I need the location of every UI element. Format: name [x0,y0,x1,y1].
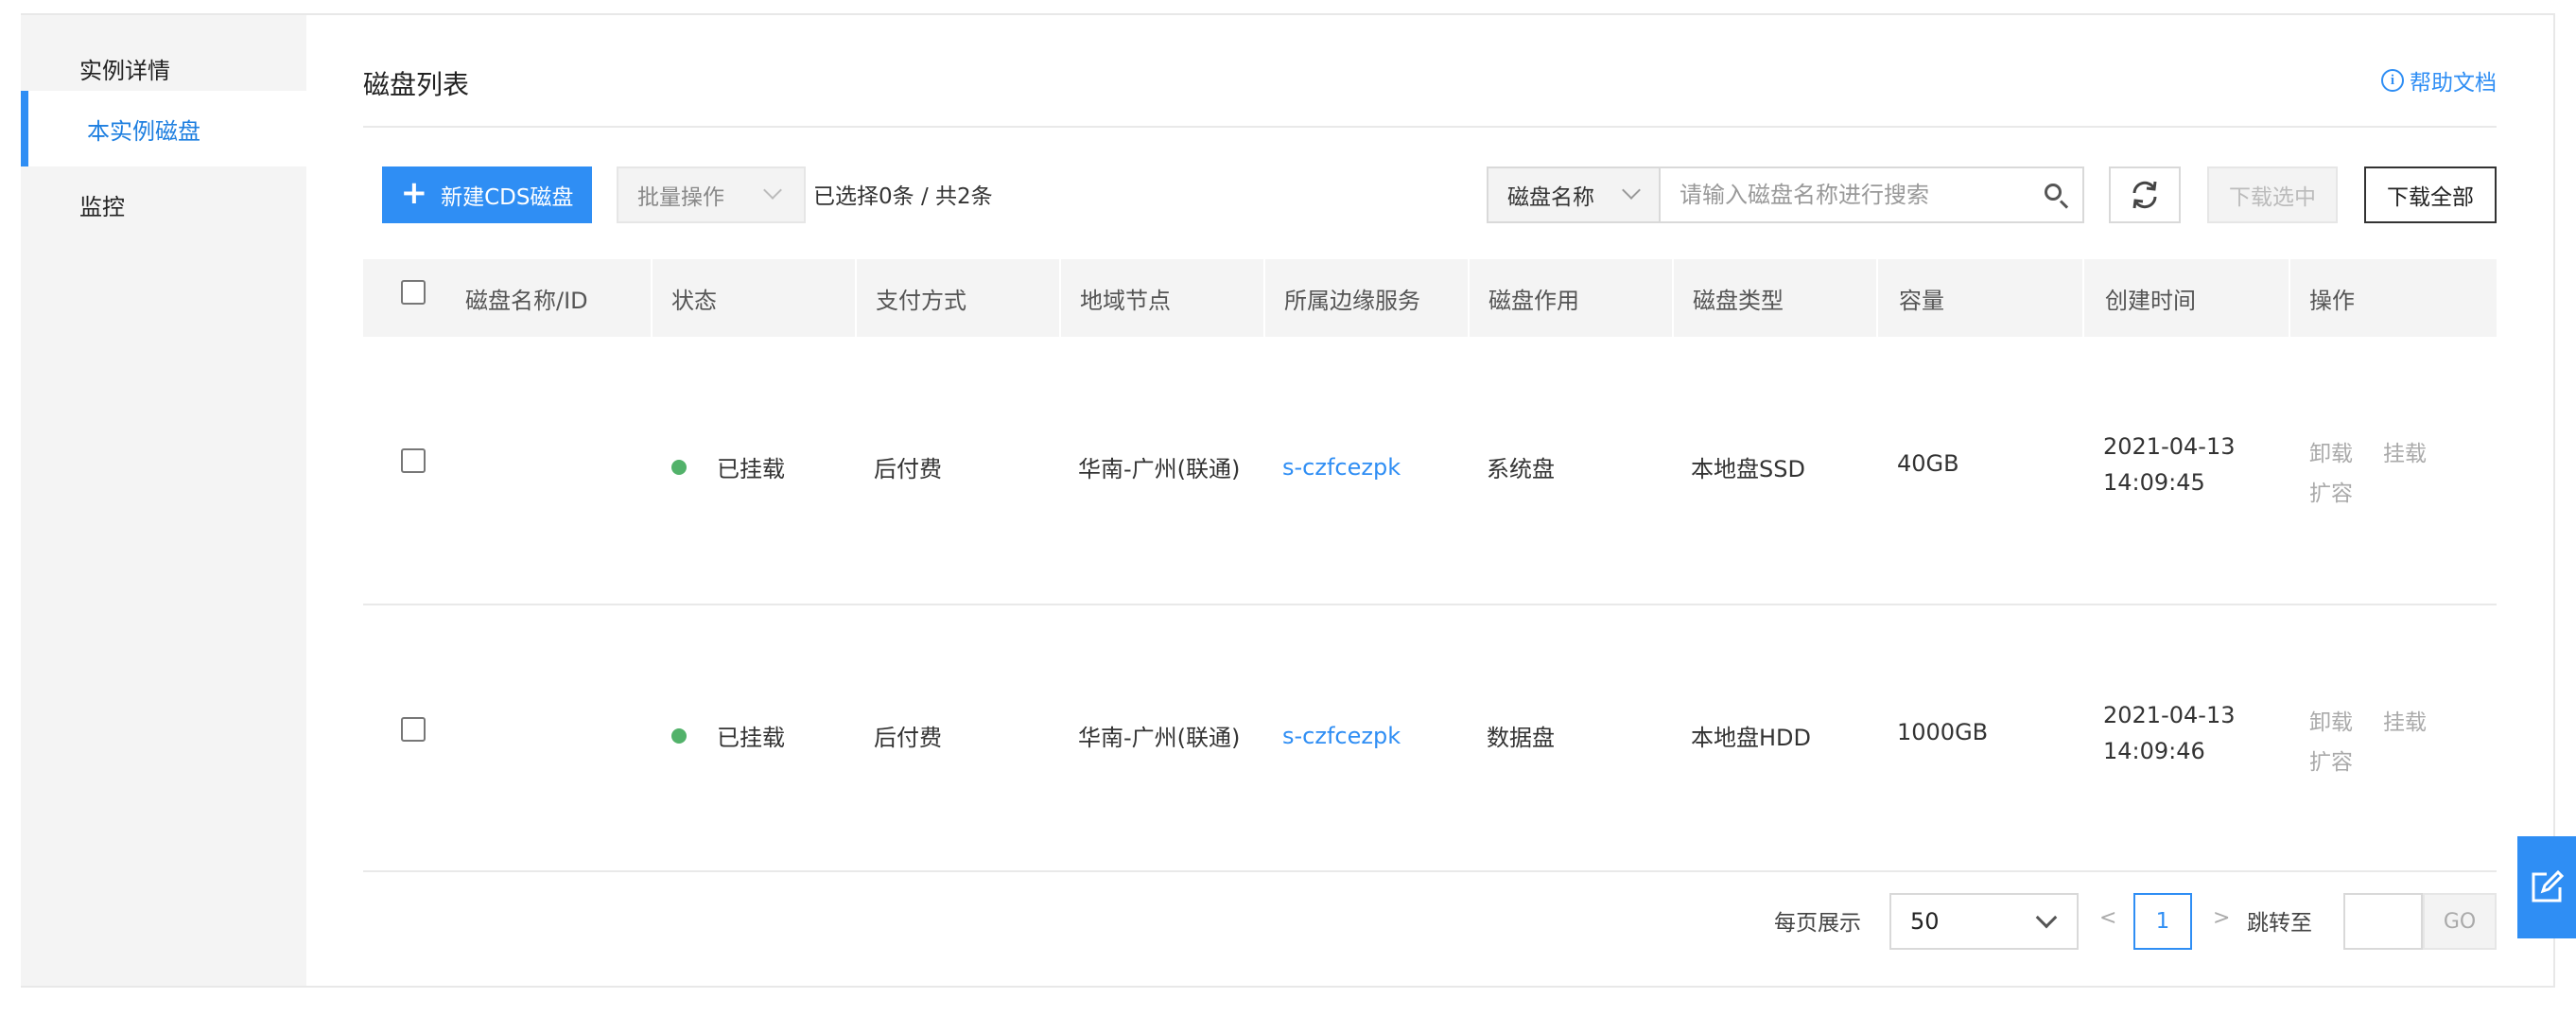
search-field-select[interactable]: 磁盘名称 [1488,168,1661,221]
sidebar-item-label: 监控 [79,193,125,220]
unmount-action[interactable]: 卸载 [2309,435,2353,467]
column-header: 磁盘作用 [1488,287,1579,314]
column-header: 磁盘名称/ID [465,287,588,314]
jump-page-input[interactable] [2343,893,2423,950]
created-time: 14:09:46 [2103,738,2205,764]
region-node: 华南-广州(联通) [1078,725,1241,751]
unmount-action[interactable]: 卸载 [2309,704,2353,736]
per-page-label: 每页展示 [1774,911,1861,936]
refresh-button[interactable] [2109,166,2181,223]
column-header: 创建时间 [2105,287,2196,314]
row-checkbox[interactable] [401,448,426,473]
sidebar-item-monitoring[interactable]: 监控 [21,166,306,242]
batch-operations-select[interactable]: 批量操作 [617,166,806,223]
column-header: 操作 [2309,287,2355,314]
sidebar-item-instance-disks[interactable]: 本实例磁盘 [21,91,306,166]
created-date: 2021-04-13 [2103,702,2236,728]
new-cds-disk-button[interactable]: + 新建CDS磁盘 [382,166,592,223]
plus-icon: + [400,174,428,212]
payment-method: 后付费 [874,456,942,482]
page-number-button[interactable]: 1 [2133,893,2192,950]
refresh-icon [2132,181,2157,209]
payment-method: 后付费 [874,725,942,751]
disk-role: 系统盘 [1487,456,1555,482]
jump-to-label: 跳转至 [2247,911,2312,936]
edge-service-link[interactable]: s-czfcezpk [1282,454,1401,481]
table-row: 已挂载 后付费 华南-广州(联通) s-czfcezpk 系统盘 本地盘SSD … [363,337,2497,605]
feedback-button[interactable] [2517,836,2576,938]
table-header: 磁盘名称/ID 状态 支付方式 地域节点 所属边缘服务 磁盘作用 磁盘类型 容量… [363,259,2497,337]
go-button[interactable]: GO [2423,893,2497,950]
expand-action[interactable]: 扩容 [2309,475,2353,507]
search-box: 磁盘名称 [1487,166,2084,223]
per-page-value: 50 [1910,908,1940,935]
per-page-select[interactable]: 50 [1889,893,2079,950]
disk-capacity: 1000GB [1897,719,1989,745]
help-docs-link[interactable]: i 帮助文档 [2381,64,2497,96]
next-page-button[interactable]: > [2213,906,2230,930]
download-all-button[interactable]: 下载全部 [2364,166,2497,223]
sidebar-item-label: 实例详情 [79,57,170,84]
chevron-down-icon [763,181,782,200]
region-node: 华南-广州(联通) [1078,456,1241,482]
column-header: 磁盘类型 [1693,287,1784,314]
prev-page-button[interactable]: < [2099,906,2116,930]
disk-type: 本地盘SSD [1691,456,1805,482]
search-field-label: 磁盘名称 [1507,185,1594,210]
mount-action[interactable]: 挂载 [2383,704,2427,736]
download-selected-button[interactable]: 下载选中 [2207,166,2338,223]
mount-action[interactable]: 挂载 [2383,435,2427,467]
status-text: 已挂载 [717,725,785,751]
edit-icon [2532,869,2565,902]
batch-operations-label: 批量操作 [637,185,724,210]
created-time: 14:09:45 [2103,469,2205,496]
search-input[interactable] [1661,168,2029,221]
sidebar: 实例详情 本实例磁盘 监控 [21,15,306,986]
disk-role: 数据盘 [1487,725,1555,751]
column-header: 地域节点 [1080,287,1171,314]
help-docs-label: 帮助文档 [2410,71,2497,96]
sidebar-item-label: 本实例磁盘 [87,117,200,145]
info-circle-icon: i [2381,69,2404,92]
chevron-down-icon [1622,181,1641,200]
disk-type: 本地盘HDD [1691,725,1812,751]
chevron-down-icon [2035,906,2058,929]
status-text: 已挂载 [717,456,785,482]
table-row: 已挂载 后付费 华南-广州(联通) s-czfcezpk 数据盘 本地盘HDD … [363,605,2497,874]
selection-count: 已选择0条 / 共2条 [813,184,993,209]
column-header: 状态 [671,287,717,314]
row-checkbox[interactable] [401,717,426,742]
title-divider [363,126,2497,128]
column-header: 容量 [1899,287,1944,314]
status-dot-icon [671,728,687,744]
edge-service-link[interactable]: s-czfcezpk [1282,723,1401,749]
column-header: 所属边缘服务 [1284,287,1420,314]
row-divider [363,870,2497,872]
expand-action[interactable]: 扩容 [2309,744,2353,776]
created-date: 2021-04-13 [2103,433,2236,460]
select-all-checkbox[interactable] [401,280,426,305]
disk-capacity: 40GB [1897,450,1959,477]
search-icon[interactable] [2029,168,2082,221]
page-title: 磁盘列表 [363,69,470,100]
column-header: 支付方式 [876,287,966,314]
new-cds-disk-label: 新建CDS磁盘 [441,185,574,210]
status-dot-icon [671,460,687,475]
